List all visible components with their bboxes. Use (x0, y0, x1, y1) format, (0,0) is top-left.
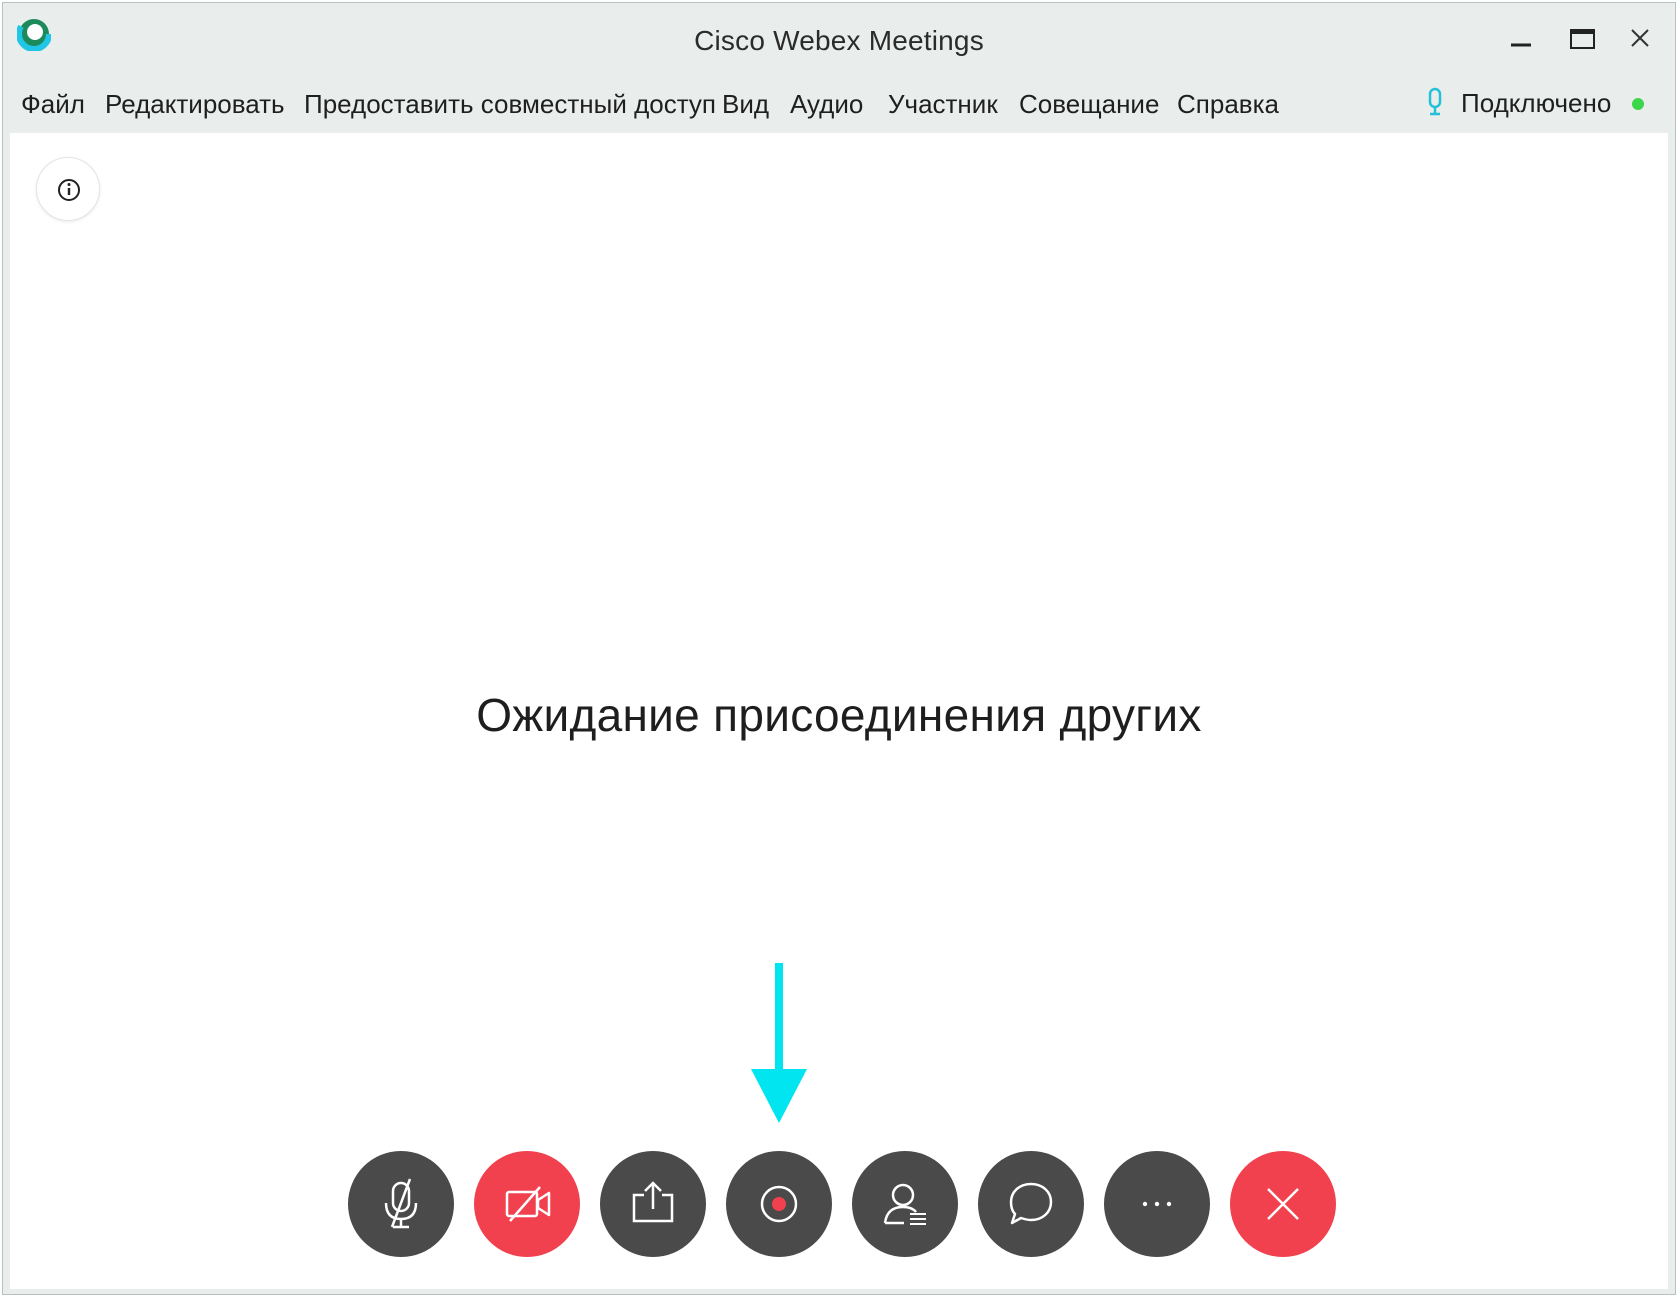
maximize-button[interactable] (1563, 21, 1603, 61)
window-title: Cisco Webex Meetings (694, 25, 984, 56)
record-button[interactable] (726, 1151, 832, 1257)
title-bar: Cisco Webex Meetings (3, 3, 1675, 77)
share-button[interactable] (600, 1151, 706, 1257)
chat-icon (1009, 1182, 1053, 1225)
app-window: Cisco Webex Meetings Файл Редактировать … (2, 2, 1676, 1295)
info-icon (58, 179, 80, 201)
status-label: Подключено (1461, 88, 1612, 118)
close-window-button[interactable] (1621, 21, 1661, 61)
minimize-icon (1511, 43, 1531, 47)
close-icon (1631, 29, 1649, 47)
microphone-muted-icon (384, 1178, 418, 1229)
leave-meeting-button[interactable] (1230, 1151, 1336, 1257)
share-icon (632, 1181, 674, 1223)
meeting-controls-bar (348, 1151, 1348, 1261)
more-options-button[interactable] (1104, 1151, 1210, 1257)
waiting-message: Ожидание присоединения других (476, 689, 1202, 741)
record-icon (760, 1185, 798, 1223)
more-icon (1142, 1201, 1172, 1207)
meeting-info-button[interactable] (36, 157, 100, 221)
meeting-stage: Ожидание присоединения других (10, 133, 1668, 1289)
maximize-icon (1570, 29, 1595, 49)
menu-view[interactable]: Вид (722, 89, 769, 120)
arrow-down-icon (751, 963, 807, 1123)
microphone-icon (1428, 87, 1442, 116)
menu-edit[interactable]: Редактировать (105, 89, 285, 120)
minimize-button[interactable] (1501, 21, 1541, 61)
video-off-icon (505, 1186, 551, 1222)
video-button[interactable] (474, 1151, 580, 1257)
participants-icon (883, 1183, 926, 1225)
chat-button[interactable] (978, 1151, 1084, 1257)
menu-participant[interactable]: Участник (888, 89, 998, 120)
menu-audio[interactable]: Аудио (790, 89, 863, 120)
menu-meeting[interactable]: Совещание (1019, 89, 1159, 120)
participants-button[interactable] (852, 1151, 958, 1257)
mute-button[interactable] (348, 1151, 454, 1257)
menu-file[interactable]: Файл (21, 89, 85, 120)
status-indicator-dot (1632, 98, 1644, 110)
menu-share[interactable]: Предоставить совместный доступ (304, 89, 716, 120)
close-icon (1267, 1188, 1299, 1220)
menu-help[interactable]: Справка (1177, 89, 1279, 120)
